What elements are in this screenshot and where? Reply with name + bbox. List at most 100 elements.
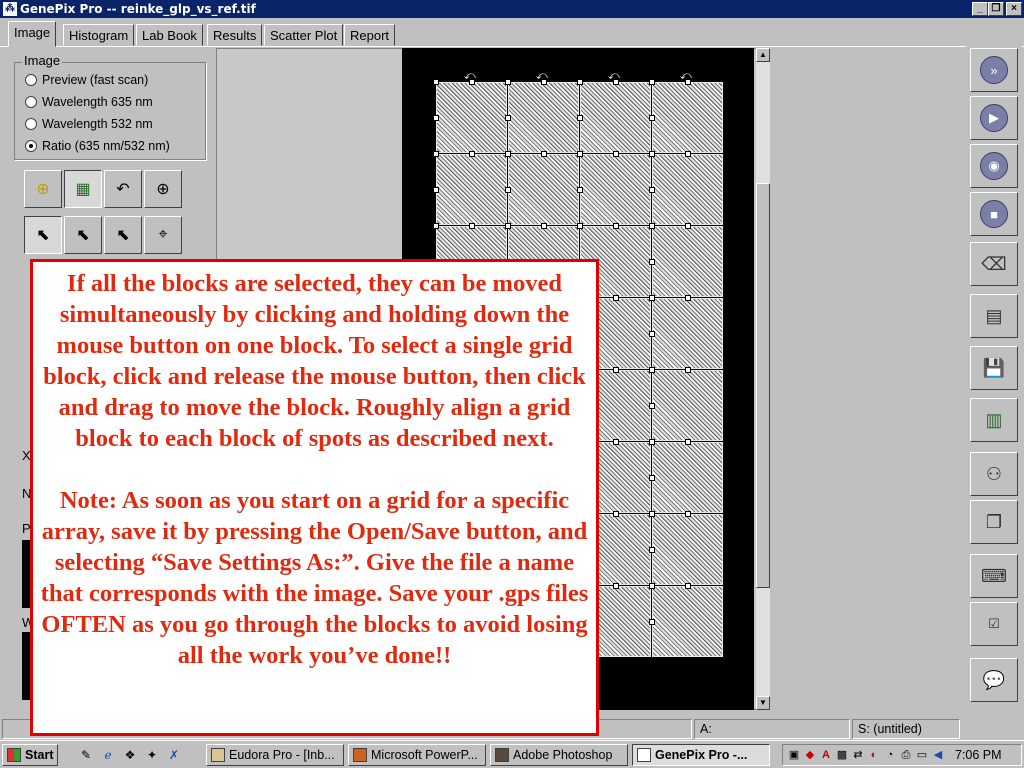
- data-scan-button[interactable]: ◉: [970, 144, 1018, 188]
- grid-block[interactable]: [652, 298, 723, 369]
- cursor-crosshair-button[interactable]: ⊕: [24, 170, 62, 208]
- selection-handle[interactable]: [685, 367, 691, 373]
- radio-indicator[interactable]: [25, 74, 37, 86]
- clock[interactable]: 7:06 PM: [955, 748, 1002, 762]
- task-eudora[interactable]: Eudora Pro - [Inb...: [206, 744, 344, 766]
- quicklaunch-ie-icon[interactable]: ℯ: [100, 747, 116, 763]
- grid-block[interactable]: [652, 226, 723, 297]
- selection-handle[interactable]: [685, 439, 691, 445]
- selection-handle[interactable]: [577, 187, 583, 193]
- grid-block[interactable]: [652, 370, 723, 441]
- grid-block[interactable]: [508, 154, 579, 225]
- tray-icon[interactable]: ◔: [883, 748, 897, 762]
- selection-handle[interactable]: [649, 223, 655, 229]
- scroll-up-icon[interactable]: ▲: [756, 48, 770, 62]
- tab-image[interactable]: Image: [8, 21, 57, 47]
- selection-handle[interactable]: [613, 151, 619, 157]
- quicklaunch-app2-icon[interactable]: ✦: [144, 747, 160, 763]
- radio-wavelength-532[interactable]: Wavelength 532 nm: [25, 114, 153, 134]
- selection-handle[interactable]: [613, 223, 619, 229]
- stop-button[interactable]: ■: [970, 192, 1018, 236]
- grid-block[interactable]: [436, 154, 507, 225]
- monitor-icon[interactable]: ▭: [915, 748, 929, 762]
- copy-button[interactable]: ❐: [970, 500, 1018, 544]
- rotate-handle-icon[interactable]: ⤺: [536, 70, 548, 83]
- tray-icon[interactable]: ▩: [835, 748, 849, 762]
- selection-handle[interactable]: [613, 511, 619, 517]
- selection-handle[interactable]: [685, 223, 691, 229]
- grid-block[interactable]: [652, 154, 723, 225]
- network-icon[interactable]: ⇄: [851, 748, 865, 762]
- grid-block[interactable]: [652, 586, 723, 657]
- selection-handle[interactable]: [685, 583, 691, 589]
- selection-handle[interactable]: [505, 223, 511, 229]
- options-button[interactable]: ☑: [970, 602, 1018, 646]
- selection-handle[interactable]: [541, 223, 547, 229]
- scan-button[interactable]: »: [970, 48, 1018, 92]
- array-list-button[interactable]: ▥: [970, 398, 1018, 442]
- open-save-button[interactable]: 💾: [970, 346, 1018, 390]
- selection-handle[interactable]: [649, 439, 655, 445]
- ati-icon[interactable]: A: [819, 748, 833, 762]
- task-photoshop[interactable]: Adobe Photoshop: [490, 744, 628, 766]
- selection-handle[interactable]: [433, 223, 439, 229]
- quicklaunch-app3-icon[interactable]: ✗: [166, 747, 182, 763]
- selection-handle[interactable]: [649, 619, 655, 625]
- selection-handle[interactable]: [649, 367, 655, 373]
- preview-scan-button[interactable]: ▶: [970, 96, 1018, 140]
- selection-handle[interactable]: [613, 439, 619, 445]
- minimize-button[interactable]: _: [972, 2, 988, 16]
- undo-button[interactable]: ↶: [104, 170, 142, 208]
- radio-wavelength-635[interactable]: Wavelength 635 nm: [25, 92, 153, 112]
- settings-button[interactable]: ⌨: [970, 554, 1018, 598]
- zoom-in-button[interactable]: ⊕: [144, 170, 182, 208]
- selection-handle[interactable]: [469, 151, 475, 157]
- radio-indicator[interactable]: [25, 140, 37, 152]
- tab-report[interactable]: Report: [344, 24, 396, 46]
- grid-block[interactable]: [580, 154, 651, 225]
- grid-block[interactable]: [652, 514, 723, 585]
- radio-indicator[interactable]: [25, 96, 37, 108]
- selection-handle[interactable]: [649, 547, 655, 553]
- grid-block[interactable]: [652, 442, 723, 513]
- select-block-button[interactable]: ⬉: [24, 216, 62, 254]
- selection-handle[interactable]: [505, 115, 511, 121]
- selection-handle[interactable]: [649, 187, 655, 193]
- maximize-button[interactable]: ❐: [988, 2, 1004, 16]
- printer-icon[interactable]: ⎙: [899, 748, 913, 762]
- selection-handle[interactable]: [541, 151, 547, 157]
- selection-handle[interactable]: [649, 331, 655, 337]
- selection-handle[interactable]: [649, 259, 655, 265]
- selection-handle[interactable]: [433, 187, 439, 193]
- rotate-handle-icon[interactable]: ⤺: [608, 70, 620, 83]
- eraser-button[interactable]: ⌫: [970, 242, 1018, 286]
- vertical-scrollbar[interactable]: ▲ ▼: [756, 48, 770, 710]
- lab-book-button[interactable]: ▤: [970, 294, 1018, 338]
- selection-handle[interactable]: [505, 151, 511, 157]
- quicklaunch-desktop-icon[interactable]: ✎: [78, 747, 94, 763]
- selection-handle[interactable]: [577, 115, 583, 121]
- grid-mode-button[interactable]: ▦: [64, 170, 102, 208]
- selection-handle[interactable]: [613, 583, 619, 589]
- scroll-down-icon[interactable]: ▼: [756, 696, 770, 710]
- selection-handle[interactable]: [649, 295, 655, 301]
- selection-handle[interactable]: [577, 79, 583, 85]
- selection-handle[interactable]: [433, 115, 439, 121]
- scroll-thumb[interactable]: [756, 183, 770, 588]
- selection-handle[interactable]: [649, 475, 655, 481]
- radio-indicator[interactable]: [25, 118, 37, 130]
- grid-block[interactable]: [508, 82, 579, 153]
- selection-handle[interactable]: [505, 79, 511, 85]
- antivirus-icon[interactable]: ◐: [867, 748, 881, 762]
- tab-results[interactable]: Results: [207, 24, 263, 46]
- tray-icon[interactable]: ◆: [803, 748, 817, 762]
- selection-handle[interactable]: [613, 367, 619, 373]
- selection-handle[interactable]: [649, 151, 655, 157]
- selection-handle[interactable]: [649, 511, 655, 517]
- tab-scatter-plot[interactable]: Scatter Plot: [264, 24, 344, 46]
- selection-handle[interactable]: [469, 223, 475, 229]
- grid-block[interactable]: [580, 82, 651, 153]
- find-button[interactable]: ⌖: [144, 216, 182, 254]
- selection-handle[interactable]: [577, 223, 583, 229]
- selection-handle[interactable]: [577, 151, 583, 157]
